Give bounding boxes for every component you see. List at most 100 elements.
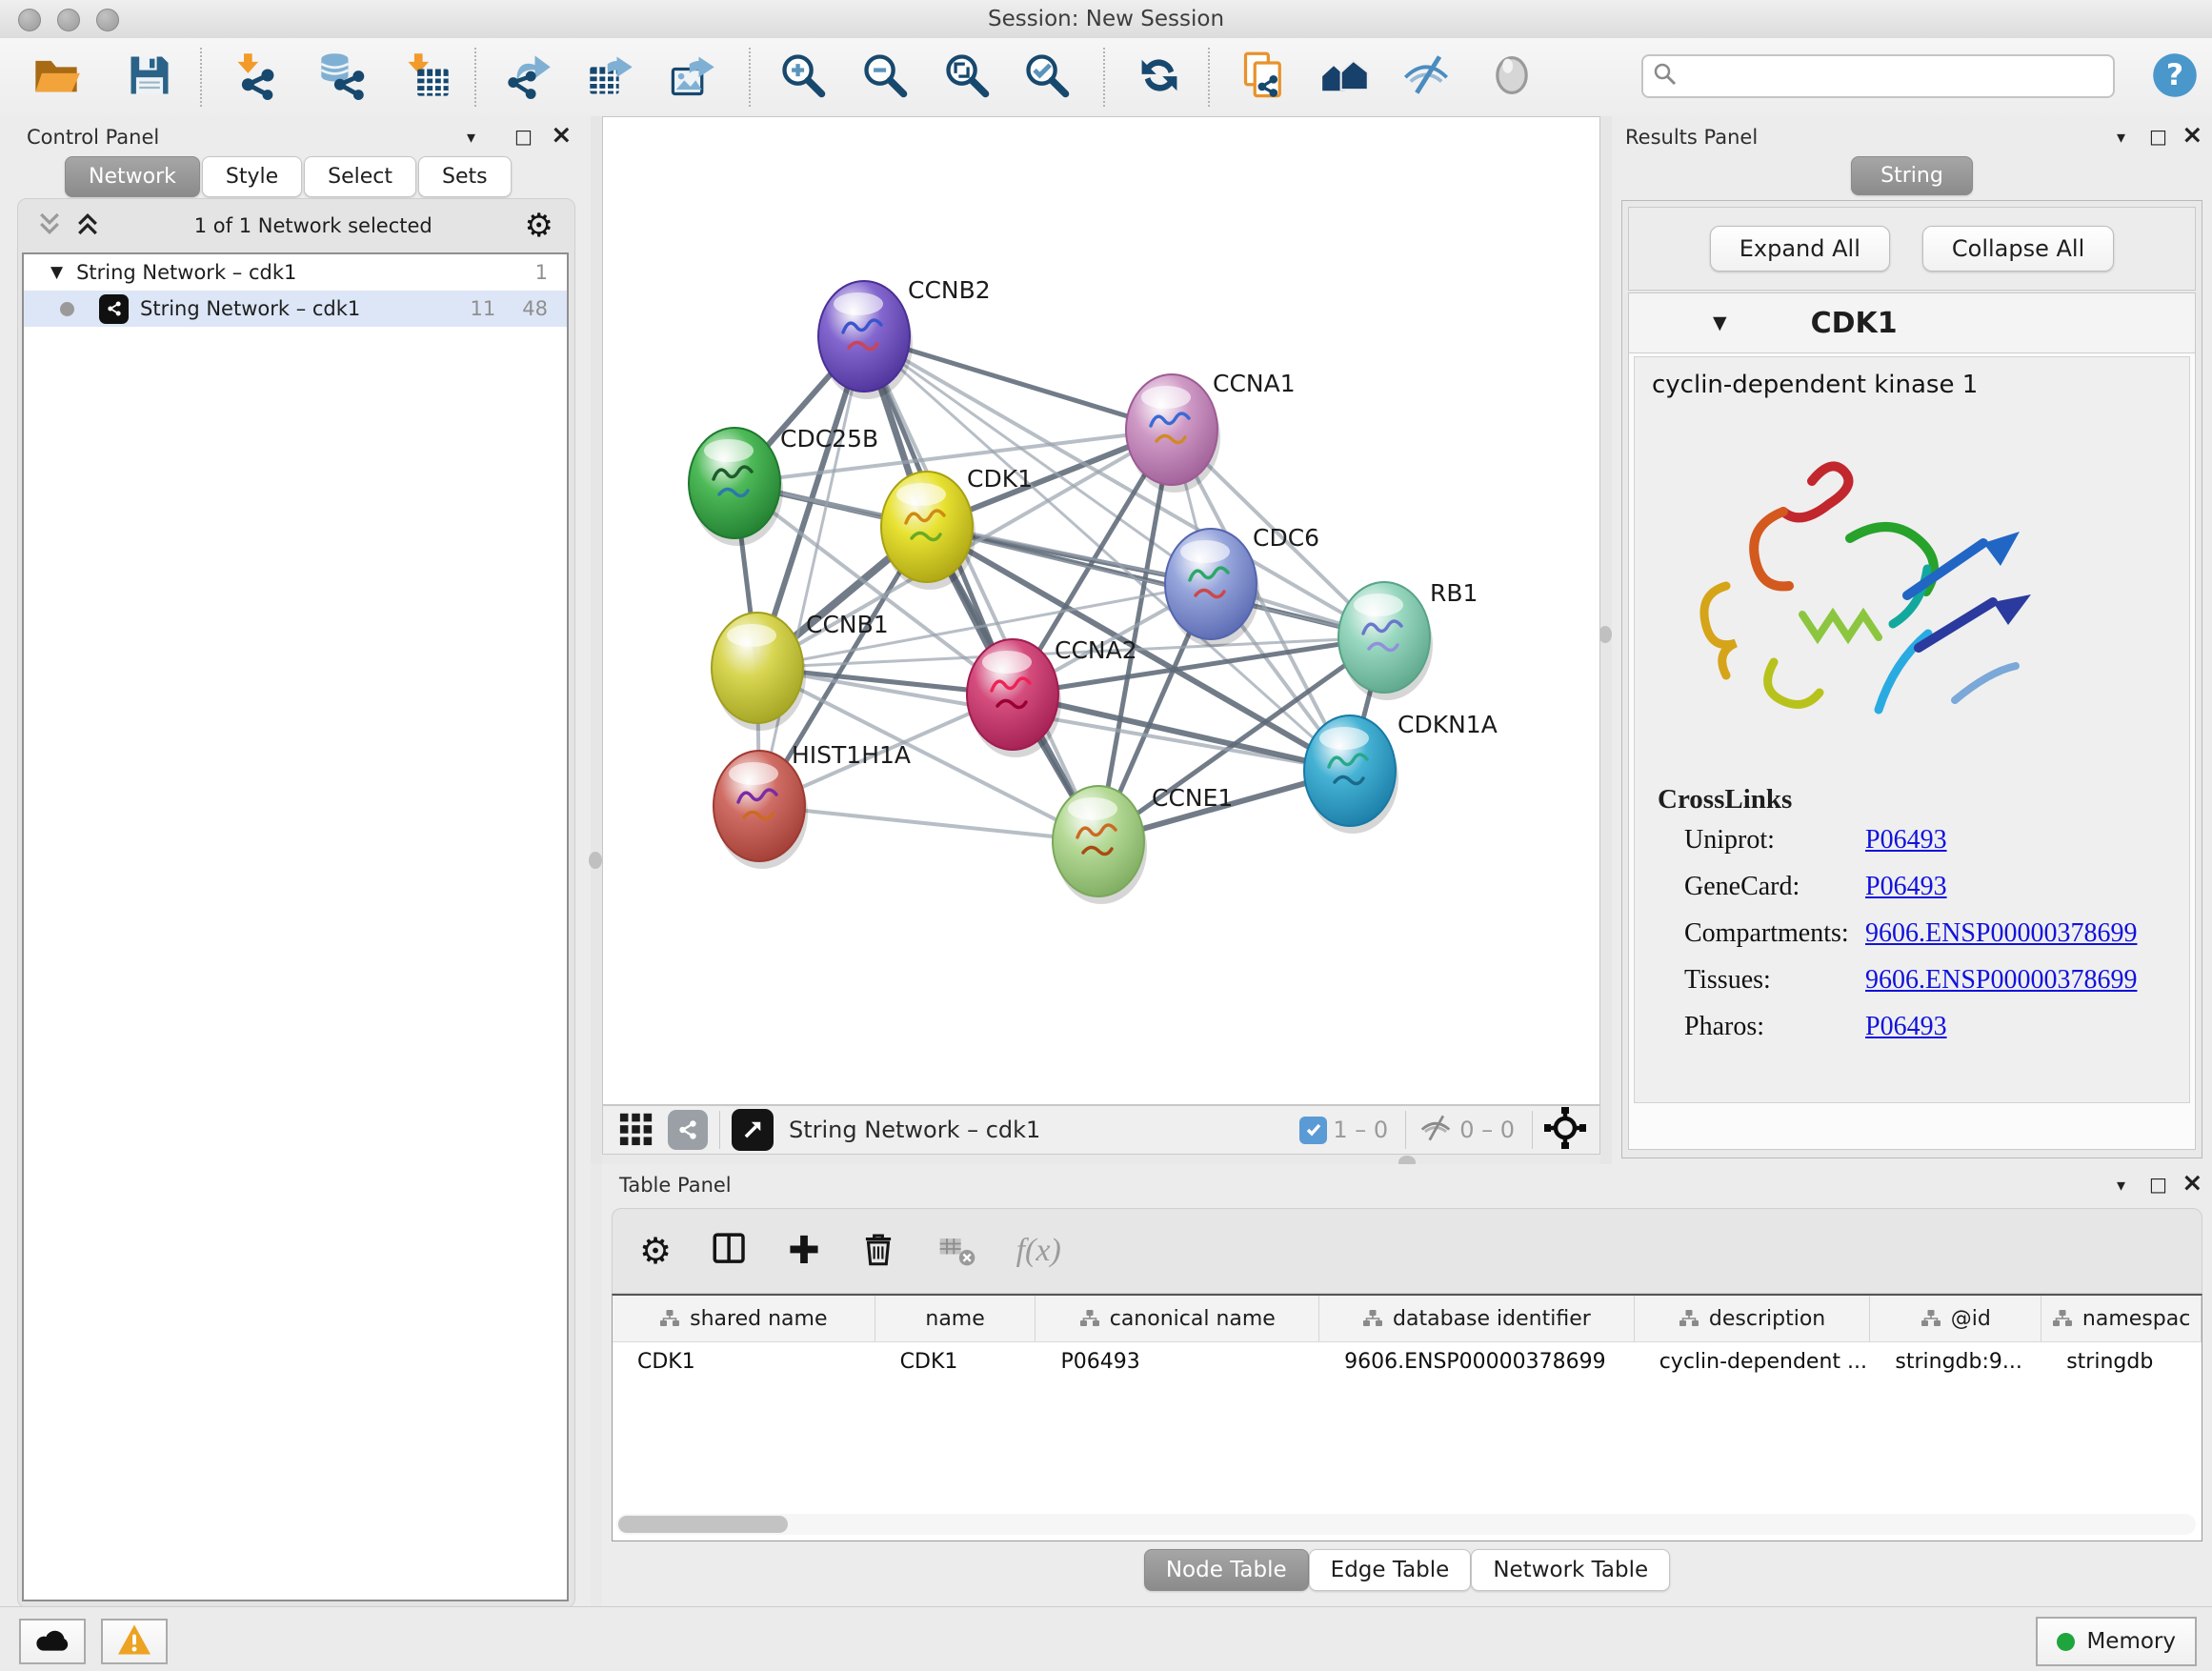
warnings-button[interactable] [101,1619,168,1664]
tab-network-table[interactable]: Network Table [1471,1549,1670,1591]
cytoscape-window: Session: New Session ? Control Panel [0,0,2212,1671]
network-collection-row[interactable]: ▼ String Network – cdk1 1 [24,254,567,291]
left-splitter[interactable] [591,116,602,1164]
right-splitter-grip[interactable] [1599,626,1612,643]
open-in-new-window-icon[interactable] [732,1109,774,1151]
export-network-button[interactable] [503,51,554,103]
column-header-name[interactable]: name [875,1296,1036,1341]
first-neighbors-button[interactable] [1319,51,1371,103]
import-network-icon [231,50,281,104]
help-button[interactable]: ? [2149,51,2201,103]
scrollbar-thumb[interactable] [618,1516,788,1533]
import-network-database-button[interactable] [316,51,368,103]
panel-float-icon[interactable]: □ [2149,126,2167,147]
share-view-icon[interactable] [668,1110,708,1150]
column-header-shared-name[interactable]: shared name [613,1296,875,1341]
tab-string[interactable]: String [1851,156,1973,195]
export-table-button[interactable] [585,51,636,103]
column-header-description[interactable]: description [1635,1296,1871,1341]
open-session-button[interactable] [30,51,82,103]
delete-column-trash-icon[interactable] [858,1229,898,1273]
tab-sets[interactable]: Sets [418,156,512,197]
clone-network-button[interactable] [1238,51,1290,103]
cloud-status-button[interactable] [19,1619,86,1664]
column-header-canonical-name[interactable]: canonical name [1036,1296,1319,1341]
network-canvas[interactable]: CCNB2CCNA1CDC25BCDK1CDC6RB1CCNB1CCNA2HIS… [603,117,1599,1104]
tab-style[interactable]: Style [202,156,302,197]
panel-close-icon[interactable]: × [2182,1174,2203,1193]
column-header-namespac[interactable]: namespac [2041,1296,2202,1341]
panel-menu-icon[interactable]: ▾ [2117,1176,2125,1197]
table-cell[interactable]: CDK1 [875,1342,1036,1380]
gene-caret-icon[interactable]: ▼ [1713,312,1727,333]
hidden-eye-icon[interactable] [1418,1110,1454,1150]
table-cell[interactable]: CDK1 [613,1342,875,1380]
collapse-all-button[interactable]: Collapse All [1922,226,2114,272]
gear-icon[interactable]: ⚙ [525,208,553,244]
clear-table-icon[interactable] [936,1228,978,1274]
panel-float-icon[interactable]: □ [514,126,533,147]
network-node-CCNA1[interactable]: CCNA1 [1126,370,1296,493]
network-view[interactable]: CCNB2CCNA1CDC25BCDK1CDC6RB1CCNB1CCNA2HIS… [602,116,1600,1105]
birdseye-crosshair-icon[interactable] [1544,1107,1586,1153]
tab-node-table[interactable]: Node Table [1144,1549,1309,1591]
tab-edge-table[interactable]: Edge Table [1309,1549,1472,1591]
show-graphics-details-button[interactable] [1486,51,1538,103]
network-node-CCNB2[interactable]: CCNB2 [818,276,991,399]
network-node-CCNE1[interactable]: CCNE1 [1053,784,1233,904]
crosslink-link[interactable]: P06493 [1865,872,1947,902]
network-node-CDC25B[interactable]: CDC25B [689,425,878,546]
tab-network[interactable]: Network [65,156,200,197]
refresh-network-button[interactable] [1134,51,1185,103]
crosslink-link[interactable]: 9606.ENSP00000378699 [1865,965,2137,996]
crosslink-link[interactable]: 9606.ENSP00000378699 [1865,918,2137,949]
show-columns-icon[interactable] [710,1229,750,1273]
zoom-out-button[interactable] [859,51,911,103]
import-network-file-button[interactable] [231,51,282,103]
table-row[interactable]: CDK1CDK1P064939606.ENSP00000378699cyclin… [613,1342,2202,1380]
table-cell[interactable]: cyclin-dependent ... [1635,1342,1871,1380]
toolbar-search-field[interactable] [1641,54,2115,98]
export-image-button[interactable] [667,51,718,103]
panel-close-icon[interactable]: × [551,126,573,145]
network-node-HIST1H1A[interactable]: HIST1H1A [714,741,911,869]
function-builder-icon[interactable]: f(x) [1016,1233,1061,1269]
zoom-fit-button[interactable] [941,51,993,103]
panel-menu-icon[interactable]: ▾ [2117,128,2125,149]
table-cell[interactable]: stringdb [2041,1342,2202,1380]
column-type-icon [1920,1308,1941,1329]
import-table-file-button[interactable] [402,51,453,103]
expand-all-button[interactable]: Expand All [1710,226,1890,272]
panel-menu-icon[interactable]: ▾ [467,128,475,149]
zoom-selected-button[interactable] [1021,51,1073,103]
tree-caret-icon[interactable]: ▼ [50,263,63,282]
selected-checkbox[interactable] [1299,1117,1327,1144]
memory-button[interactable]: Memory [2036,1617,2197,1666]
table-cell[interactable]: P06493 [1036,1342,1319,1380]
network-node-RB1[interactable]: RB1 [1338,579,1478,700]
zoom-in-button[interactable] [777,51,829,103]
hide-selected-button[interactable] [1400,51,1452,103]
crosslink-link[interactable]: P06493 [1865,1012,1947,1042]
tab-select[interactable]: Select [304,156,416,197]
table-cell[interactable]: stringdb:9... [1870,1342,2041,1380]
save-session-button[interactable] [124,51,175,103]
column-header-database-identifier[interactable]: database identifier [1319,1296,1635,1341]
crosslink-link[interactable]: P06493 [1865,825,1947,856]
table-settings-gear-icon[interactable]: ⚙ [639,1233,672,1269]
network-node-CDK1[interactable]: CDK1 [881,465,1033,590]
collapse-all-icon[interactable] [35,210,64,242]
panel-float-icon[interactable]: □ [2149,1174,2167,1195]
create-column-plus-icon[interactable]: ✚ [788,1232,820,1270]
network-node-CDKN1A[interactable]: CDKN1A [1304,711,1498,834]
expand-all-icon[interactable] [73,210,102,242]
gene-header[interactable]: ▼ CDK1 [1629,293,2195,353]
table-cell[interactable]: 9606.ENSP00000378699 [1319,1342,1635,1380]
network-row[interactable]: String Network – cdk1 11 48 [24,291,567,327]
horizontal-scrollbar[interactable] [616,1514,2196,1535]
column-header--id[interactable]: @id [1870,1296,2041,1341]
left-splitter-grip[interactable] [589,852,602,869]
search-input[interactable] [1685,64,2113,90]
panel-close-icon[interactable]: × [2182,126,2203,145]
grid-view-icon[interactable] [618,1110,654,1150]
